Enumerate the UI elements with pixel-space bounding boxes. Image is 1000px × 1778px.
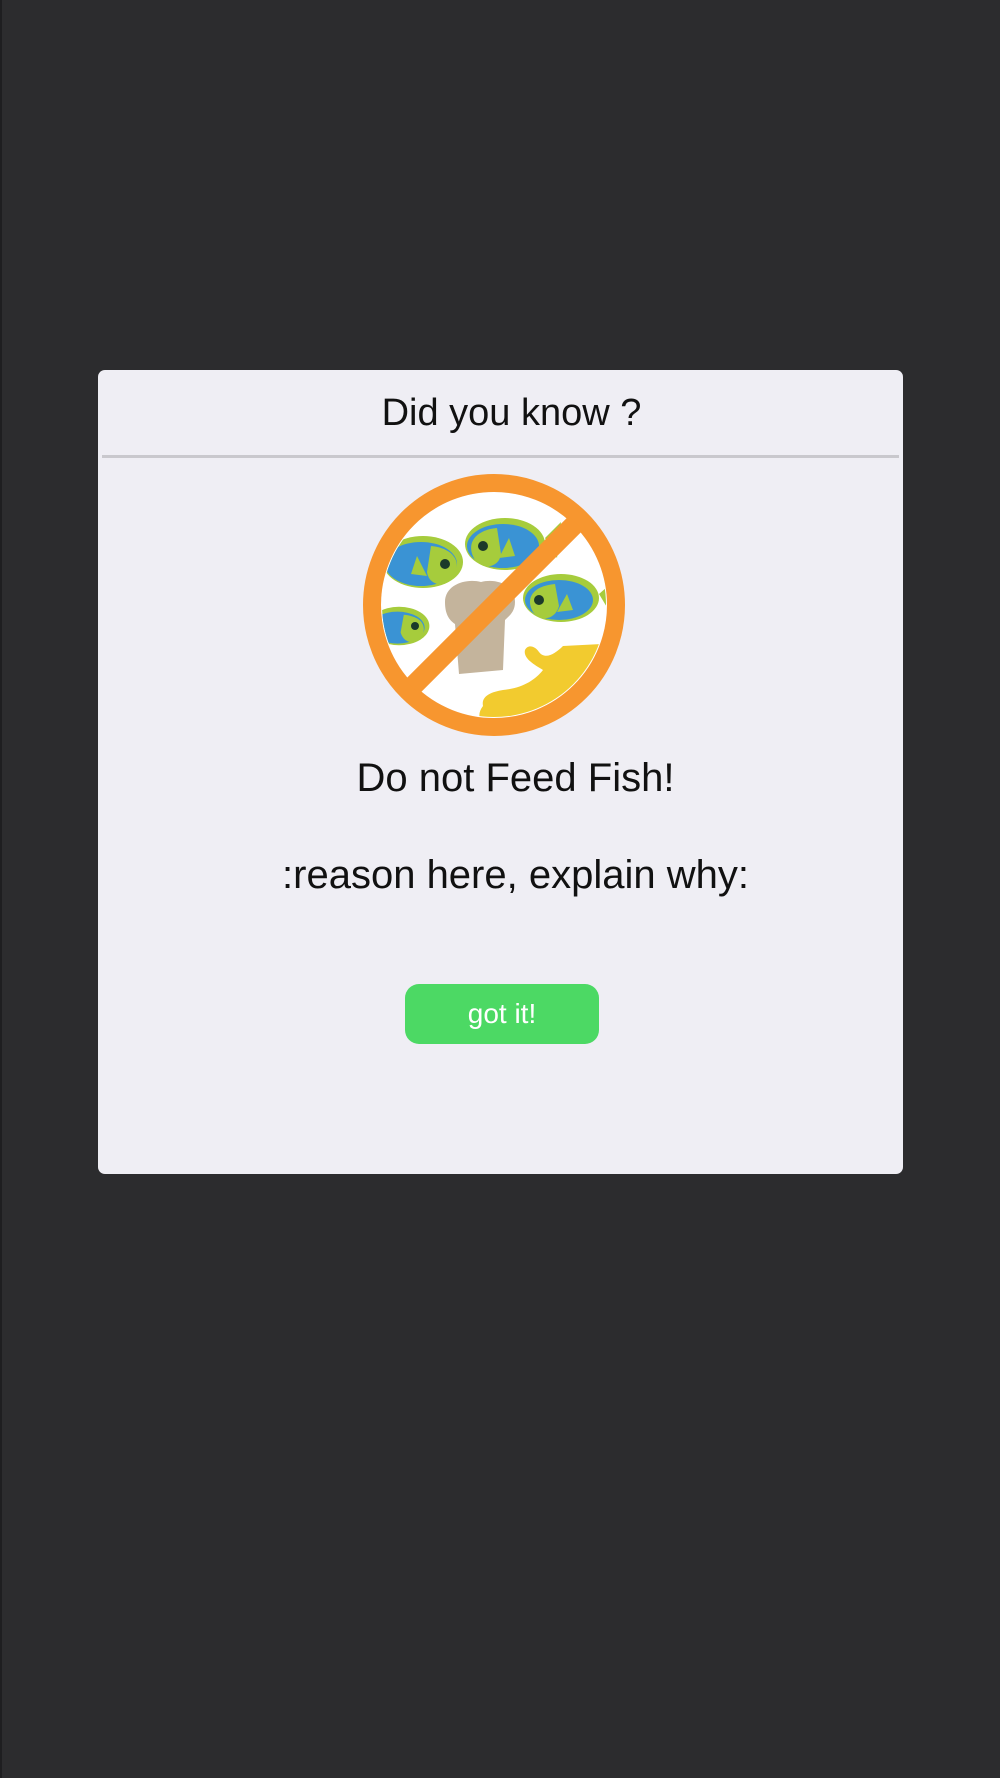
title-divider [102, 455, 899, 458]
dialog-headline: Do not Feed Fish! [356, 756, 675, 800]
dialog-title: Did you know ? [381, 391, 642, 434]
no-feeding-fish-icon [363, 474, 625, 736]
got-it-button[interactable]: got it! [405, 984, 599, 1044]
screen-edge [0, 0, 2, 1778]
dialog-reason: :reason here, explain why: [282, 853, 749, 897]
did-you-know-dialog: Did you know ? Do not Feed Fish!:reason… [98, 370, 903, 1174]
